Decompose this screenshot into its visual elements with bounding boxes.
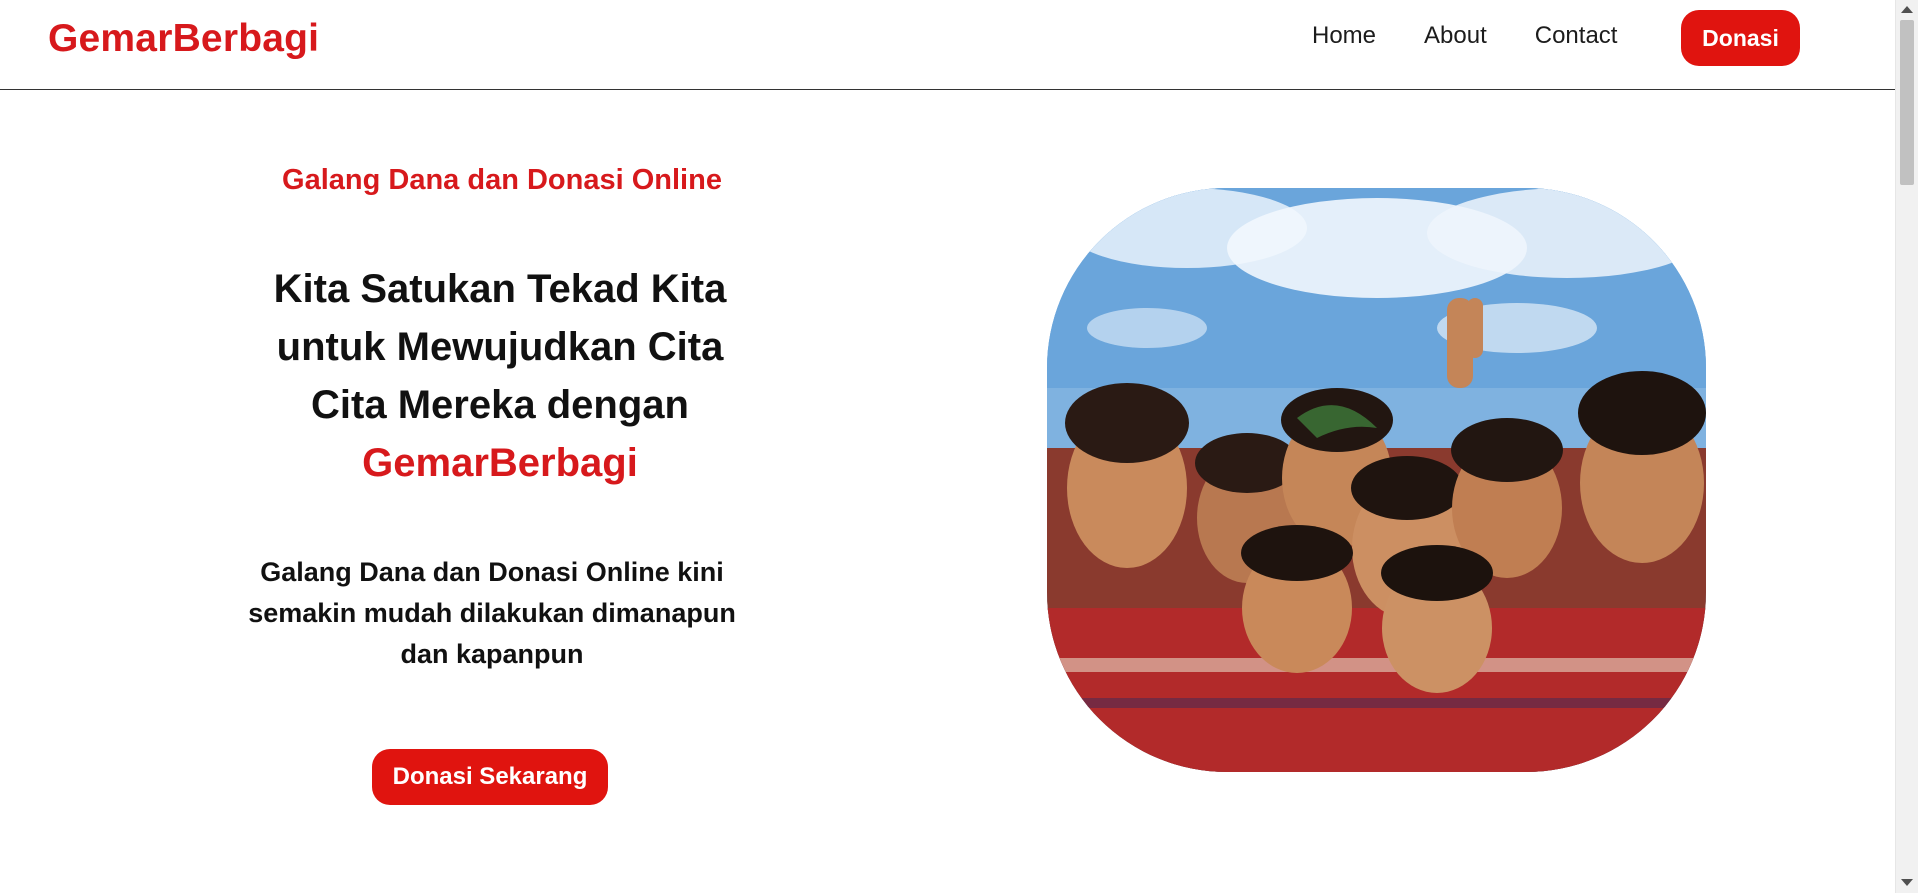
- headline-brand: GemarBerbagi: [362, 441, 638, 485]
- scroll-up-arrow-icon[interactable]: [1901, 6, 1913, 13]
- hero-tagline: Galang Dana dan Donasi Online: [282, 164, 722, 196]
- scroll-thumb[interactable]: [1900, 20, 1914, 185]
- donasi-sekarang-button[interactable]: Donasi Sekarang: [372, 749, 608, 805]
- hero-subtext: Galang Dana dan Donasi Online kini semak…: [248, 557, 736, 669]
- navbar: GemarBerbagi Home About Contact Donasi: [0, 0, 1895, 90]
- headline-line-3: Cita Mereka dengan: [311, 383, 689, 427]
- scroll-down-arrow-icon[interactable]: [1901, 879, 1913, 886]
- headline-line-2: untuk Mewujudkan Cita: [276, 325, 724, 369]
- donasi-button[interactable]: Donasi: [1681, 10, 1800, 66]
- vertical-scrollbar[interactable]: [1895, 0, 1918, 893]
- headline-line-1: Kita Satukan Tekad Kita: [273, 267, 727, 311]
- hero-headline: Kita Satukan Tekad Kita untuk Mewujudkan…: [220, 260, 780, 492]
- page: GemarBerbagi Home About Contact Donasi G…: [0, 0, 1895, 893]
- brand-logo[interactable]: GemarBerbagi: [48, 17, 319, 61]
- nav-home-link[interactable]: Home: [1312, 21, 1376, 51]
- nav-links: Home About Contact: [1312, 21, 1666, 51]
- hero-image-children-photo: [1047, 188, 1706, 772]
- photo-illustration: [1047, 188, 1706, 772]
- nav-about-link[interactable]: About: [1424, 21, 1487, 51]
- nav-contact-link[interactable]: Contact: [1535, 21, 1618, 51]
